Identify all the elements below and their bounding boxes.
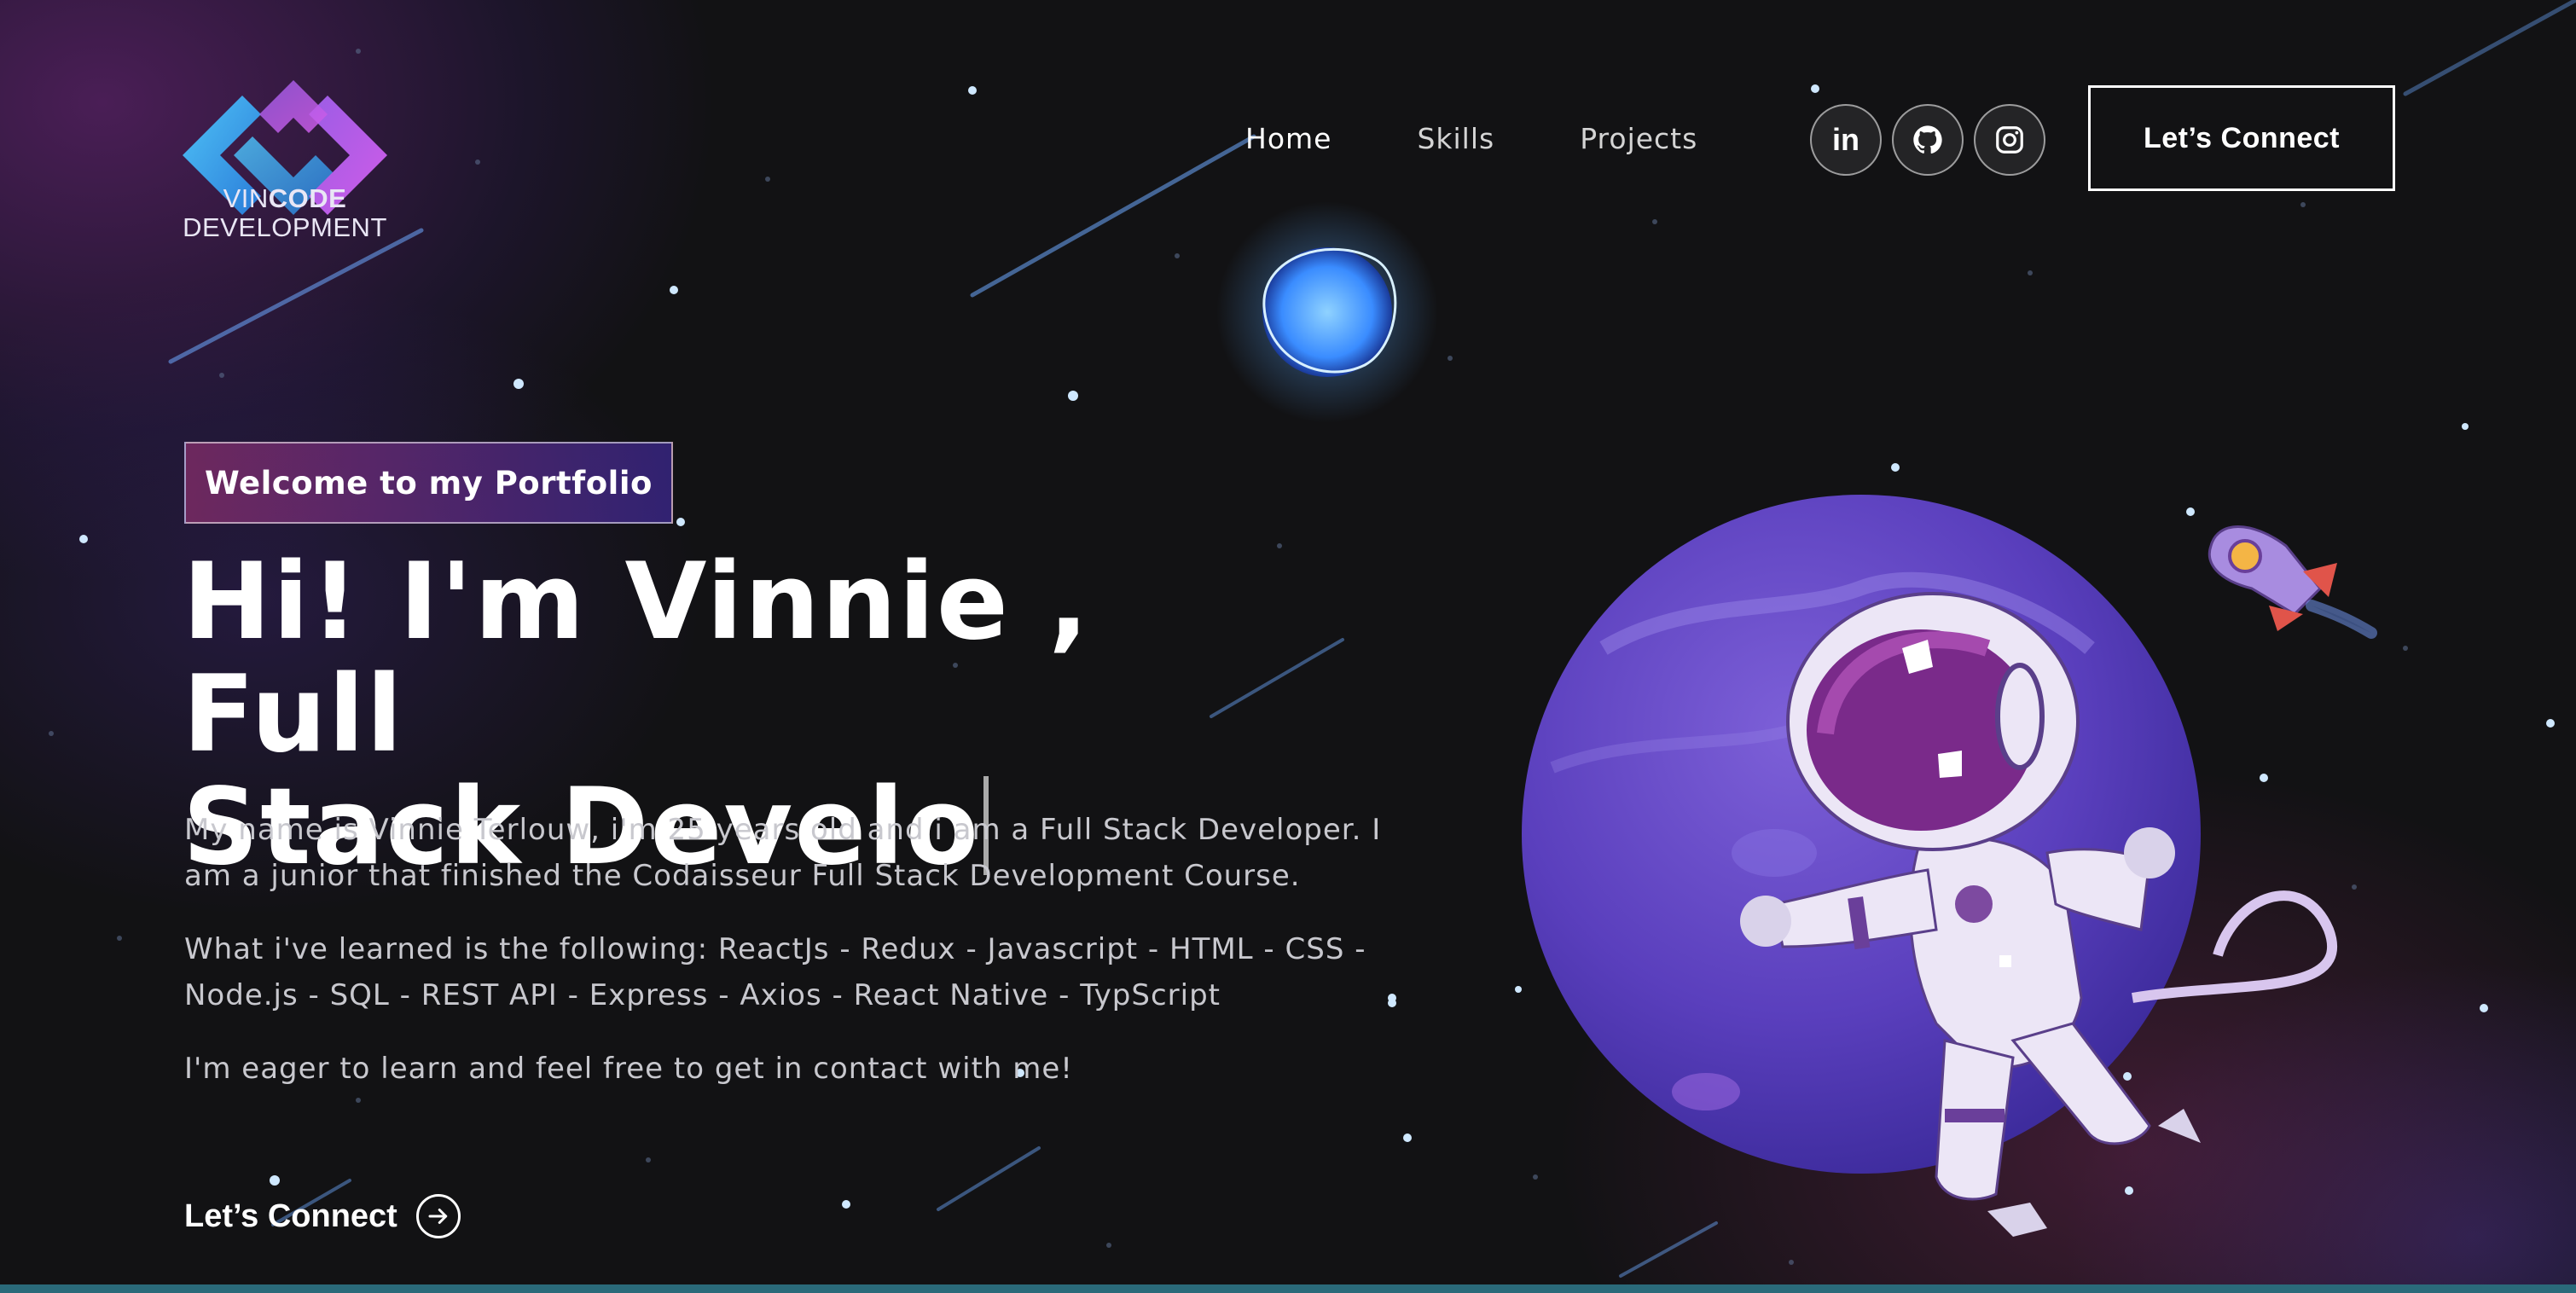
logo-code: CODE	[268, 183, 347, 213]
nav-projects[interactable]: Projects	[1580, 122, 1697, 155]
social-links: in	[1810, 104, 2045, 176]
contact-paragraph: I'm eager to learn and feel free to get …	[184, 1052, 1073, 1086]
arrow-right-circle-icon	[415, 1194, 461, 1238]
nav-skills[interactable]: Skills	[1417, 122, 1494, 155]
linkedin-icon[interactable]: in	[1810, 104, 1882, 176]
instagram-glyph	[1996, 126, 2023, 154]
github-icon[interactable]	[1892, 104, 1964, 176]
hero-title-line1: Hi! I'm Vinnie , Full	[183, 541, 1091, 776]
hero-connect-label: Let’s Connect	[184, 1197, 397, 1234]
welcome-tagline: Welcome to my Portfolio	[184, 442, 673, 524]
nav-home[interactable]: Home	[1245, 122, 1332, 155]
linkedin-glyph: in	[1832, 122, 1859, 157]
hero-connect-link[interactable]: Let’s Connect	[184, 1194, 461, 1238]
logo-development: DEVELOPMENT	[183, 212, 387, 242]
logo-vin: VIN	[223, 183, 269, 213]
main-nav: Home Skills Projects	[1245, 113, 1783, 164]
skills-paragraph: What i've learned is the following: Reac…	[184, 932, 1366, 1012]
window-bottom-edge	[0, 1284, 2576, 1293]
intro-paragraph: My name is Vinnie Terlouw, i'm 25 years …	[184, 813, 1382, 893]
logo-wordmark[interactable]: VINCODE DEVELOPMENT	[183, 184, 387, 242]
instagram-icon[interactable]	[1974, 104, 2045, 176]
lets-connect-button[interactable]: Let’s Connect	[2088, 85, 2395, 191]
github-glyph	[1913, 125, 1942, 154]
